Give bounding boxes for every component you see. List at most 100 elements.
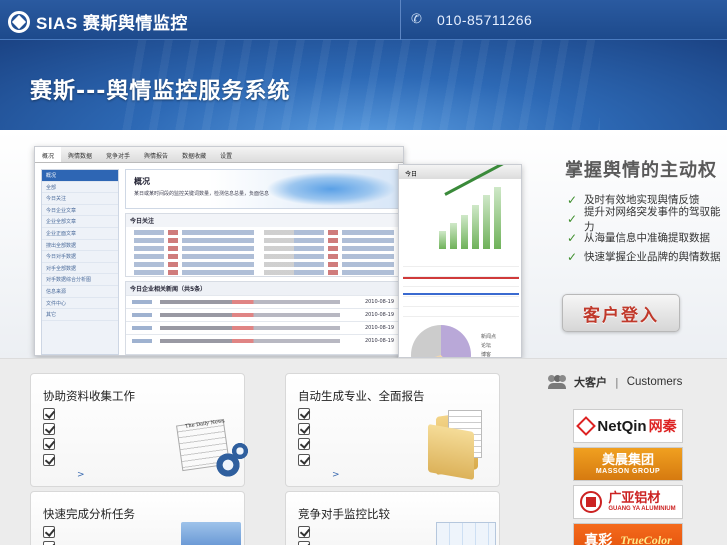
customers-header: 大客户 | Customers [548, 371, 718, 393]
customer-login-label: 客户登入 [583, 305, 659, 326]
guangya-en-text: GUANG YA ALUMINIUM [608, 506, 676, 512]
globe-graphic [266, 172, 396, 206]
check-icon: ✓ [567, 249, 578, 264]
checkbox-icon [43, 423, 55, 436]
feature-text: 从海量信息中准确提取数据 [584, 232, 710, 244]
customers-panel: 大客户 | Customers NetQin 网秦 美晨集团 MASSON GR… [548, 371, 718, 545]
client-logo-truecolor[interactable]: 真彩 TrueColor [573, 523, 683, 545]
people-icon [548, 375, 566, 389]
slogan: 掌握舆情的主动权 [565, 160, 717, 181]
mock-nav: 概况 舆情数据 竞争对手 舆情报告 数据收藏 设置 [35, 147, 403, 163]
checkbox-icon [298, 408, 310, 420]
mock-today-focus: 今日关注 [125, 213, 401, 277]
product-showcase: 概况 舆情数据 竞争对手 舆情报告 数据收藏 设置 概况 全部 今日关注 今日企… [0, 130, 727, 358]
pie-legend-item: 新闻点 [481, 334, 497, 340]
client-logo-netqin[interactable]: NetQin 网秦 [573, 409, 683, 443]
mock-sidebar-item: 对手数据综合分析图 [42, 274, 118, 286]
mock-text-line [134, 246, 394, 251]
mock-text-line [134, 238, 394, 243]
logo-text: SIAS 赛斯舆情监控 [36, 14, 188, 33]
gear-icon [215, 452, 241, 478]
mock-articles-table: 今日企业相关新闻（共5条） 2010-08-19 2010-08-19 2010… [125, 281, 401, 355]
customer-login-button[interactable]: 客户登入 [562, 294, 680, 332]
mock-sidebar: 概况 全部 今日关注 今日企业文章 企业全部文章 企业正面文章 搜出全部数据 今… [41, 169, 119, 355]
netqin-mark-icon [576, 416, 597, 436]
pie-legend-item: 论坛 [481, 343, 492, 349]
client-logo-masson[interactable]: 美晨集团 MASSON GROUP [573, 447, 683, 481]
mock-sidebar-item: 企业全部文章 [42, 216, 118, 228]
mock-text-line [134, 262, 394, 267]
mock-nav-item: 数据收藏 [182, 153, 207, 160]
mock-nav-item: 设置 [220, 153, 233, 160]
truecolor-cn-text: 真彩 [584, 533, 613, 545]
mock-nav-item: 竞争对手 [106, 153, 131, 160]
netqin-cn-text: 网秦 [648, 419, 677, 435]
more-link[interactable]: > [332, 470, 340, 480]
checkbox-icon [298, 438, 310, 451]
feature-text: 快速掌握企业品牌的舆情数据 [584, 251, 721, 263]
phone-icon: ✆ [411, 12, 422, 27]
table-row: 2010-08-19 [126, 308, 400, 321]
netqin-text: NetQin [597, 417, 647, 435]
more-link[interactable]: > [77, 470, 85, 480]
mock-nav-item: 舆情数据 [68, 153, 93, 160]
growth-bars-graphic [439, 187, 519, 249]
checkbox-icon [298, 453, 310, 466]
guangya-mark-icon [580, 491, 603, 513]
masson-en-text: MASSON GROUP [595, 467, 661, 475]
mock-sidebar-item: 全部 [42, 182, 118, 194]
checkbox-list [298, 526, 310, 545]
mock-overview: 概况 某日或某时间段的监控关键词数量，检测信息总量，负面信息 [125, 169, 401, 209]
mock-text-line [134, 230, 394, 235]
top-bar: SIAS 赛斯舆情监控 ✆ 010-85711266 [0, 0, 727, 40]
guangya-cn-text: 广亚铝材 [608, 491, 661, 506]
spreadsheet-icon [436, 522, 496, 545]
checkbox-list [43, 526, 55, 545]
data-stack-icon [181, 522, 241, 545]
folder-icon [428, 410, 488, 481]
mock-sidebar-item: 文件中心 [42, 298, 118, 310]
table-row: 2010-08-19 [126, 295, 400, 308]
trend-line-graphic [403, 257, 519, 317]
phone-number: 010-85711266 [437, 12, 533, 28]
customers-title: 大客户 [574, 376, 607, 389]
card-data-collection: 协助资料收集工作 > The Daily News [30, 373, 249, 487]
mock-sidebar-item: 对手全部数据 [42, 263, 118, 275]
mock-sidebar-item: 今日对手数据 [42, 251, 118, 263]
feature-item: ✓ 快速掌握企业品牌的舆情数据 [567, 247, 727, 266]
customers-title-en: Customers [626, 376, 683, 388]
card-title: 竞争对手监控比较 [298, 507, 390, 521]
pie-legend: 新闻点 论坛 博客 [481, 333, 497, 358]
pie-graphic [411, 325, 471, 357]
site-logo[interactable]: SIAS 赛斯舆情监控 [8, 9, 188, 34]
dashboard-screenshot: 概况 舆情数据 竞争对手 舆情报告 数据收藏 设置 概况 全部 今日关注 今日企… [34, 146, 404, 356]
card-competitor-monitoring: 竞争对手监控比较 [285, 491, 500, 545]
checkbox-list [298, 408, 310, 469]
mock-overview-desc: 某日或某时间段的监控关键词数量，检测信息总量，负面信息 [134, 191, 270, 197]
mock-nav-item: 舆情报告 [144, 153, 169, 160]
analytics-screenshot: 今日 新闻点 论坛 博客 [398, 164, 522, 358]
mock-sidebar-item: 其它 [42, 309, 118, 321]
card-title: 协助资料收集工作 [43, 389, 135, 403]
mock-nav-item: 概况 [35, 147, 62, 162]
checkbox-icon [298, 423, 310, 436]
check-icon: ✓ [567, 230, 578, 245]
row-date: 2010-08-19 [364, 338, 394, 344]
client-logo-guangya[interactable]: 广亚铝材 GUANG YA ALUMINIUM [573, 485, 683, 519]
lower-section: 协助资料收集工作 > The Daily News 自动生成专业、全面报告 > [0, 358, 727, 545]
newspaper-icon: The Daily News [176, 416, 249, 478]
banner-title: 赛斯---舆情监控服务系统 [30, 79, 291, 104]
pie-legend-item: 博客 [481, 352, 492, 358]
customers-separator: | [615, 375, 619, 389]
checkbox-list [43, 408, 55, 469]
mock-today-focus-title: 今日关注 [126, 214, 400, 227]
feature-list: ✓ 及时有效地实现舆情反馈 ✓ 提升对网络突发事件的驾驭能力 ✓ 从海量信息中准确提取… [567, 190, 727, 266]
checkbox-icon [43, 453, 55, 466]
table-row: 2010-08-19 [126, 321, 400, 334]
mock-sidebar-item: 搜出全部数据 [42, 240, 118, 252]
row-date: 2010-08-19 [364, 312, 394, 318]
checkbox-icon [298, 541, 310, 545]
checkbox-icon [43, 541, 55, 545]
feature-item: ✓ 提升对网络突发事件的驾驭能力 [567, 206, 727, 233]
mock-text-line [134, 254, 394, 259]
